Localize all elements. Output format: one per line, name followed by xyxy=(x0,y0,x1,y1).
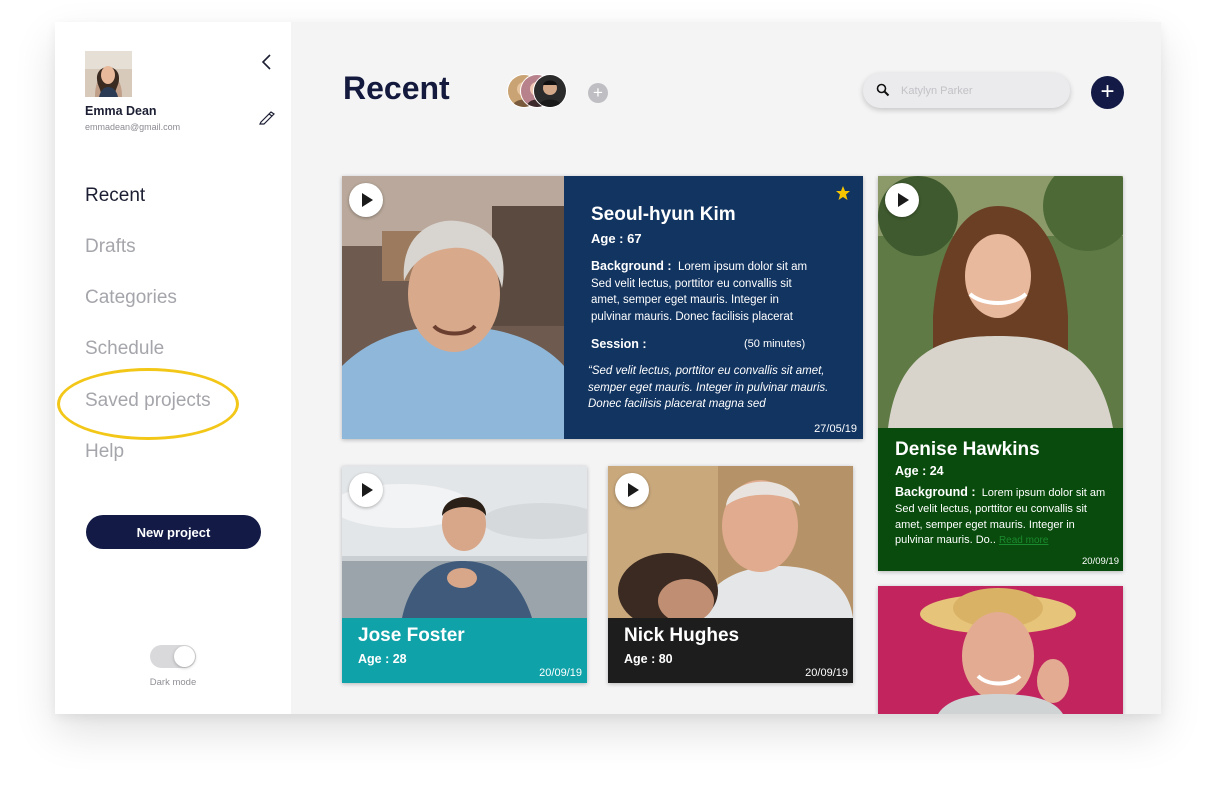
star-icon[interactable] xyxy=(835,185,851,201)
card-name: Jose Foster xyxy=(358,625,465,646)
card-info: Jose Foster Age : 28 20/09/19 xyxy=(342,618,587,683)
new-project-button[interactable]: New project xyxy=(86,515,261,549)
search-icon xyxy=(876,83,890,97)
chevron-left-icon[interactable] xyxy=(259,52,275,72)
project-card-nick-hughes[interactable]: Nick Hughes Age : 80 20/09/19 xyxy=(608,466,853,683)
nav-schedule[interactable]: Schedule xyxy=(85,338,164,360)
collaborator-avatars[interactable] xyxy=(507,74,569,108)
card-background: Background : Lorem ipsum dolor sit am Se… xyxy=(895,485,1115,549)
card-background: Background : Lorem ipsum dolor sit am Se… xyxy=(591,258,821,325)
user-email: emmadean@gmail.com xyxy=(85,122,181,132)
project-card-seoul-hyun-kim[interactable]: Seoul-hyun Kim Age : 67 Background : Lor… xyxy=(342,176,863,439)
project-card-partial[interactable] xyxy=(878,586,1123,714)
nav-saved-projects[interactable]: Saved projects xyxy=(85,390,211,412)
user-avatar[interactable] xyxy=(85,51,132,97)
project-card-jose-foster[interactable]: Jose Foster Age : 28 20/09/19 xyxy=(342,466,587,683)
nav-help[interactable]: Help xyxy=(85,441,124,463)
read-more-link[interactable]: Read more xyxy=(999,535,1048,546)
session-duration: (50 minutes) xyxy=(744,338,806,350)
card-date: 20/09/19 xyxy=(1082,556,1119,567)
play-button[interactable] xyxy=(349,183,383,217)
card-age: Age : 80 xyxy=(624,652,673,666)
card-date: 20/09/19 xyxy=(805,667,848,679)
play-button[interactable] xyxy=(349,473,383,507)
card-info: Nick Hughes Age : 80 20/09/19 xyxy=(608,618,853,683)
card-info: Seoul-hyun Kim Age : 67 Background : Lor… xyxy=(564,176,863,439)
background-label: Background : xyxy=(591,259,672,273)
edit-icon[interactable] xyxy=(259,110,275,126)
card-name: Seoul-hyun Kim xyxy=(591,204,736,225)
search-input[interactable] xyxy=(899,81,1063,101)
play-button[interactable] xyxy=(615,473,649,507)
add-button[interactable]: + xyxy=(1091,76,1124,109)
app-window: Emma Dean emmadean@gmail.com Recent Draf… xyxy=(55,22,1161,714)
nav-categories[interactable]: Categories xyxy=(85,287,177,309)
page-title: Recent xyxy=(343,70,450,106)
card-photo xyxy=(878,176,1123,428)
play-button[interactable] xyxy=(885,183,919,217)
card-date: 20/09/19 xyxy=(539,667,582,679)
nav-drafts[interactable]: Drafts xyxy=(85,236,136,258)
session-quote: “Sed velit lectus, porttitor eu convalli… xyxy=(588,365,829,410)
card-date: 27/05/19 xyxy=(814,423,857,435)
dark-mode-label: Dark mode xyxy=(149,677,197,688)
nav-recent[interactable]: Recent xyxy=(85,185,145,207)
user-name: Emma Dean xyxy=(85,104,157,118)
toggle-knob xyxy=(174,646,195,667)
sidebar: Emma Dean emmadean@gmail.com Recent Draf… xyxy=(55,22,291,714)
card-photo xyxy=(342,176,564,439)
add-collaborator-button[interactable]: + xyxy=(588,83,608,103)
search-bar[interactable] xyxy=(863,73,1070,108)
card-age: Age : 28 xyxy=(358,652,407,666)
project-card-denise-hawkins[interactable]: Denise Hawkins Age : 24 Background : Lor… xyxy=(878,176,1123,571)
session-label: Session : xyxy=(591,337,647,351)
card-photo xyxy=(878,586,1123,714)
background-label: Background : xyxy=(895,485,976,499)
card-name: Denise Hawkins xyxy=(895,439,1040,460)
dark-mode-toggle[interactable] xyxy=(150,645,196,668)
card-age: Age : 67 xyxy=(591,231,642,246)
card-name: Nick Hughes xyxy=(624,625,740,646)
card-info: Denise Hawkins Age : 24 Background : Lor… xyxy=(878,428,1123,571)
avatar[interactable] xyxy=(533,74,567,108)
card-age: Age : 24 xyxy=(895,464,944,478)
